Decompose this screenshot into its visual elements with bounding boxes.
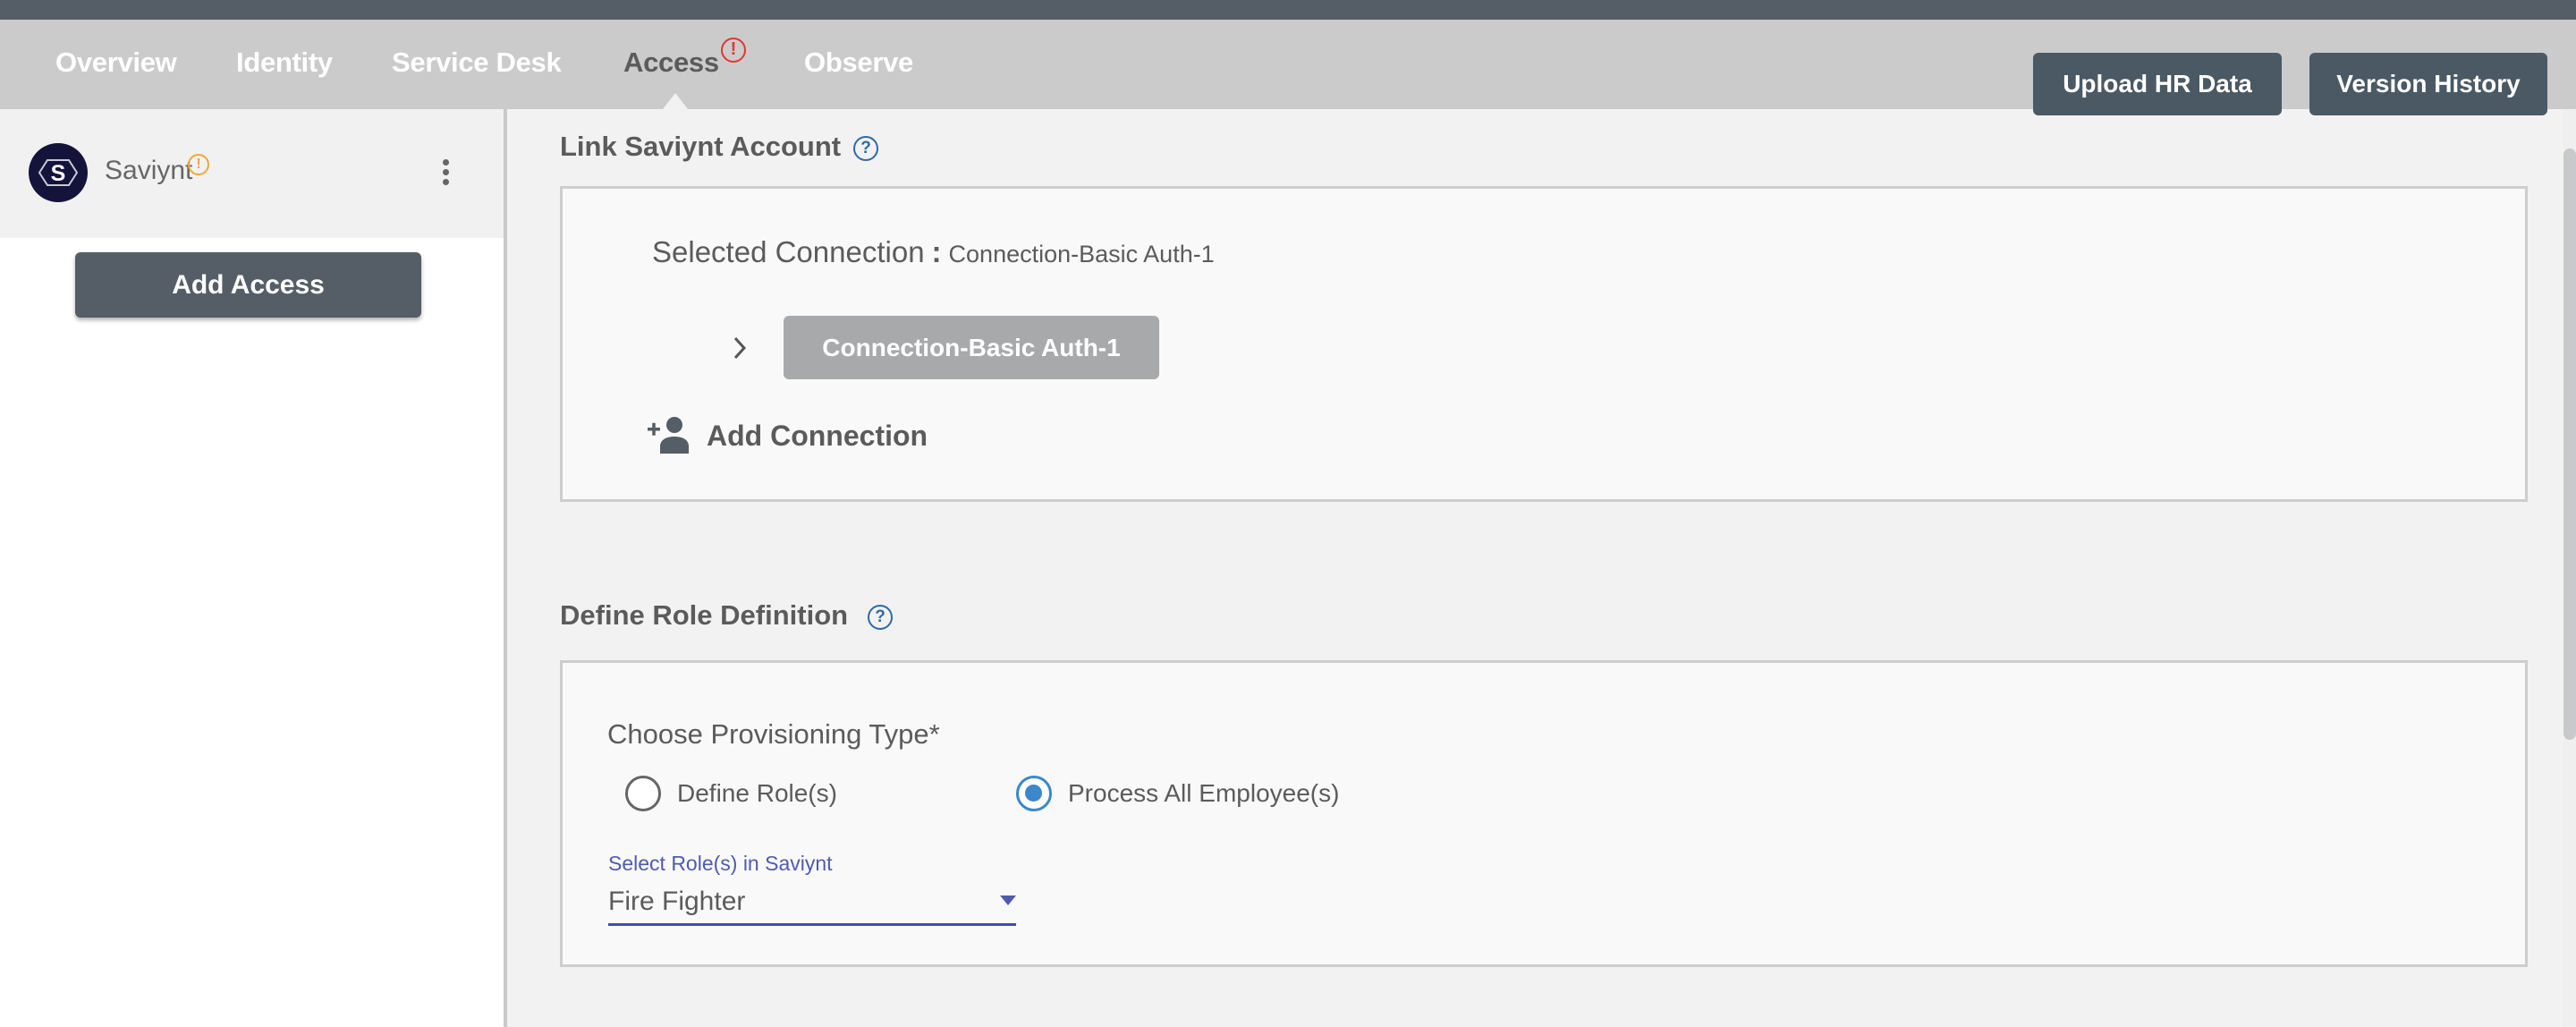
tab-observe[interactable]: Observe: [804, 47, 913, 79]
warning-icon: !: [188, 154, 209, 175]
tab-identity[interactable]: Identity: [236, 47, 333, 79]
link-account-title: Link Saviynt Account?: [560, 131, 879, 163]
top-strip: [0, 0, 2576, 20]
selected-connection: Selected Connection: Connection-Basic Aut…: [652, 235, 1215, 269]
sidebar: S Saviynt ! Add Access: [0, 109, 504, 1027]
dropdown-arrow-icon: [1000, 895, 1016, 905]
add-connection-label: Add Connection: [707, 420, 928, 452]
active-tab-indicator: [663, 93, 688, 109]
saviynt-logo-icon: S: [29, 143, 88, 202]
scrollbar-thumb[interactable]: [2563, 149, 2576, 740]
radio-checked-icon: [1016, 776, 1052, 811]
add-access-button[interactable]: Add Access: [75, 252, 421, 318]
link-account-title-text: Link Saviynt Account: [560, 131, 842, 162]
scrollbar[interactable]: [2563, 109, 2576, 1027]
role-definition-panel: Choose Provisioning Type* Define Role(s)…: [560, 660, 2528, 967]
tab-access[interactable]: Access !: [623, 38, 746, 79]
app-name: Saviynt: [105, 156, 193, 185]
chevron-right-icon[interactable]: [731, 335, 749, 369]
link-account-panel: Selected Connection: Connection-Basic Aut…: [560, 186, 2528, 502]
select-roles-value: Fire Fighter: [608, 887, 746, 916]
selected-connection-label: Selected Connection: [652, 235, 925, 268]
tab-access-label: Access: [623, 47, 719, 78]
more-options-icon[interactable]: [438, 159, 453, 190]
help-icon[interactable]: ?: [868, 605, 894, 630]
help-icon[interactable]: ?: [853, 136, 879, 161]
sidebar-divider: [504, 109, 507, 1027]
role-definition-title: Define Role Definition?: [560, 599, 894, 632]
logo-letter: S: [51, 161, 66, 186]
upload-hr-data-button[interactable]: Upload HR Data: [2033, 53, 2282, 115]
sidebar-app-item[interactable]: S Saviynt !: [0, 109, 504, 238]
tab-overview[interactable]: Overview: [55, 47, 177, 79]
connection-chip[interactable]: Connection-Basic Auth-1: [784, 316, 1159, 379]
add-person-icon: [648, 417, 689, 454]
top-nav: Overview Identity Service Desk Access ! …: [0, 20, 2576, 115]
radio-label: Define Role(s): [677, 779, 837, 807]
provisioning-type-label: Choose Provisioning Type*: [607, 718, 940, 750]
radio-unchecked-icon: [625, 776, 661, 811]
select-roles-dropdown[interactable]: Fire Fighter: [608, 881, 1016, 926]
version-history-button[interactable]: Version History: [2309, 53, 2547, 115]
selected-connection-value: Connection-Basic Auth-1: [948, 241, 1215, 267]
tab-service-desk[interactable]: Service Desk: [392, 47, 562, 79]
radio-label: Process All Employee(s): [1068, 779, 1340, 807]
alert-icon: !: [720, 38, 746, 63]
role-definition-title-text: Define Role Definition: [560, 599, 849, 631]
select-roles-label: Select Role(s) in Saviynt: [608, 852, 833, 875]
separator: :: [931, 235, 942, 268]
